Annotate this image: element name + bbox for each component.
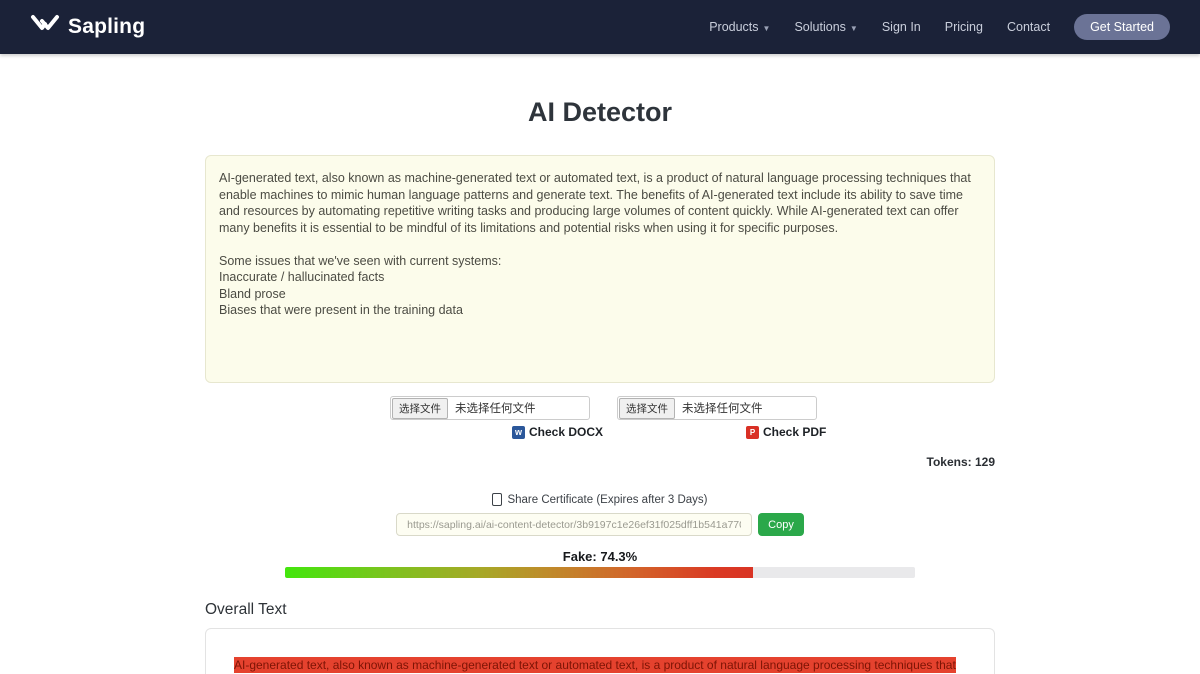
nav-item-sign-in[interactable]: Sign In: [882, 20, 921, 34]
choose-file-button[interactable]: 选择文件: [619, 398, 675, 419]
tokens-count: Tokens: 129: [927, 455, 995, 469]
choose-file-button[interactable]: 选择文件: [392, 398, 448, 419]
score-bar-fill: [285, 567, 753, 578]
sapling-logo[interactable]: Sapling: [30, 13, 145, 42]
sapling-leaf-icon: [30, 13, 60, 42]
brand-name: Sapling: [68, 15, 145, 39]
nav-item-products[interactable]: Products▼: [709, 20, 770, 34]
share-certificate-link[interactable]: Share Certificate (Expires after 3 Days): [492, 493, 707, 506]
top-nav: Sapling Products▼ Solutions▼ Sign In Pri…: [0, 0, 1200, 54]
word-doc-icon: w: [512, 426, 525, 439]
no-file-selected-label: 未选择任何文件: [682, 400, 763, 416]
share-url-row: Copy: [0, 513, 1200, 536]
fake-score-label: Fake: 74.3%: [0, 549, 1200, 564]
overall-text-heading: Overall Text: [205, 601, 287, 619]
chevron-down-icon: ▼: [763, 24, 771, 33]
pdf-doc-icon: P: [746, 426, 759, 439]
copy-button[interactable]: Copy: [758, 513, 804, 536]
pdf-file-input[interactable]: 选择文件 未选择任何文件: [617, 396, 817, 420]
check-pdf-link[interactable]: P Check PDF: [746, 425, 826, 439]
editor-paragraph: AI-generated text, also known as machine…: [219, 170, 981, 236]
overall-text-card: AI-generated text, also known as machine…: [205, 628, 995, 674]
editor-issue-line: Biases that were present in the training…: [219, 302, 981, 319]
editor-issue-line: Inaccurate / hallucinated facts: [219, 269, 981, 286]
nav-item-pricing[interactable]: Pricing: [945, 20, 983, 34]
nav-item-contact[interactable]: Contact: [1007, 20, 1050, 34]
editor-issues-intro: Some issues that we've seen with current…: [219, 253, 981, 270]
highlighted-sentence[interactable]: AI-generated text, also known as machine…: [234, 657, 956, 674]
editor-blank-line: [219, 236, 981, 253]
get-started-button[interactable]: Get Started: [1074, 14, 1170, 40]
nav-menu: Products▼ Solutions▼ Sign In Pricing Con…: [709, 14, 1170, 40]
editor-issue-line: Bland prose: [219, 286, 981, 303]
text-input-area[interactable]: AI-generated text, also known as machine…: [205, 155, 995, 383]
page-title: AI Detector: [0, 97, 1200, 128]
share-row: Share Certificate (Expires after 3 Days): [0, 493, 1200, 511]
no-file-selected-label: 未选择任何文件: [455, 400, 536, 416]
certificate-url-input[interactable]: [396, 513, 752, 536]
chevron-down-icon: ▼: [850, 24, 858, 33]
score-bar-track: [285, 567, 915, 578]
nav-item-solutions[interactable]: Solutions▼: [794, 20, 857, 34]
check-docx-link[interactable]: w Check DOCX: [512, 425, 603, 439]
docx-file-input[interactable]: 选择文件 未选择任何文件: [390, 396, 590, 420]
page: Sapling Products▼ Solutions▼ Sign In Pri…: [0, 0, 1200, 674]
clipboard-icon: [492, 493, 502, 506]
